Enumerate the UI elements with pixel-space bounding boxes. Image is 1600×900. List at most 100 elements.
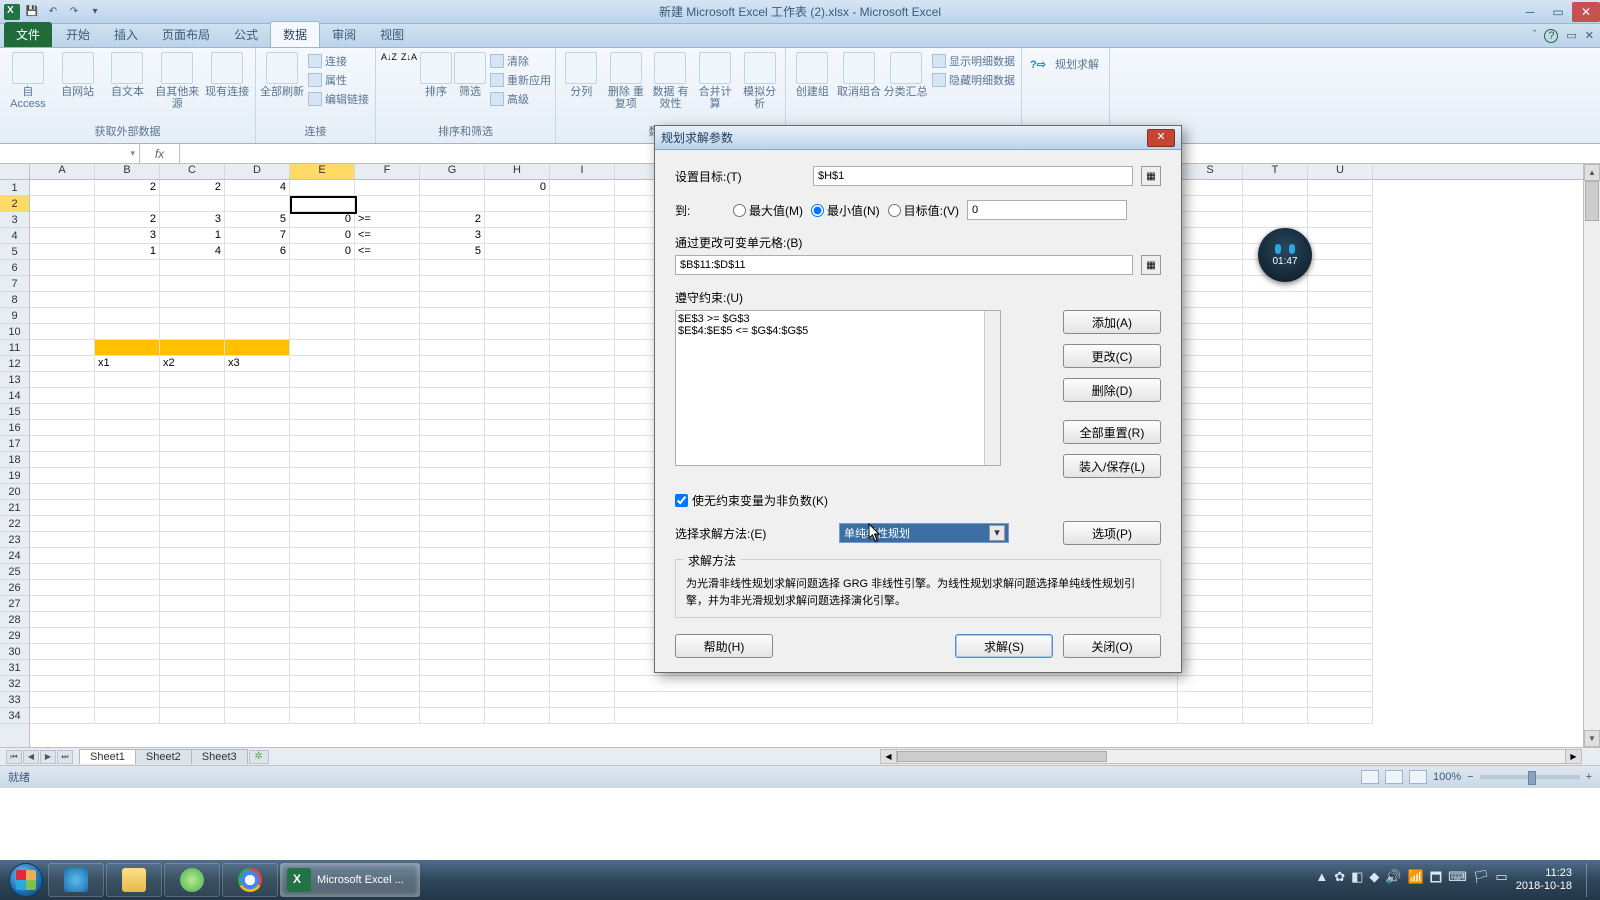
cell[interactable]: [485, 436, 550, 452]
data-validation-button[interactable]: 数据 有效性: [649, 52, 692, 110]
cell[interactable]: [485, 404, 550, 420]
cell[interactable]: [290, 180, 355, 196]
cell[interactable]: [355, 180, 420, 196]
horizontal-scrollbar[interactable]: ◀ ▶: [880, 749, 1582, 764]
cell[interactable]: [485, 596, 550, 612]
cell[interactable]: [30, 484, 95, 500]
cell[interactable]: [420, 692, 485, 708]
cell[interactable]: >=: [355, 212, 420, 228]
row-header[interactable]: 17: [0, 436, 29, 452]
cell[interactable]: [95, 484, 160, 500]
min-radio[interactable]: 最小值(N): [811, 202, 880, 219]
tab-home[interactable]: 开始: [54, 22, 102, 47]
solve-button[interactable]: 求解(S): [955, 634, 1053, 658]
cell[interactable]: [225, 196, 290, 212]
prev-sheet-icon[interactable]: ◀: [23, 750, 39, 764]
cell[interactable]: [1308, 564, 1373, 580]
cell[interactable]: [1178, 340, 1243, 356]
cell[interactable]: [95, 436, 160, 452]
cell[interactable]: [355, 564, 420, 580]
cell[interactable]: [485, 356, 550, 372]
cell[interactable]: [95, 516, 160, 532]
scroll-down-icon[interactable]: ▼: [1584, 730, 1600, 747]
cell[interactable]: [95, 660, 160, 676]
cell[interactable]: [225, 612, 290, 628]
cell[interactable]: 3: [160, 212, 225, 228]
cell[interactable]: [420, 404, 485, 420]
row-header[interactable]: 33: [0, 692, 29, 708]
cell[interactable]: [30, 388, 95, 404]
cell[interactable]: [30, 452, 95, 468]
cell[interactable]: [550, 356, 615, 372]
cell[interactable]: [550, 564, 615, 580]
cell[interactable]: [550, 276, 615, 292]
cell[interactable]: [420, 564, 485, 580]
cell[interactable]: [1243, 468, 1308, 484]
cell[interactable]: [355, 356, 420, 372]
cell[interactable]: [420, 388, 485, 404]
cell[interactable]: [1178, 644, 1243, 660]
cell[interactable]: <=: [355, 244, 420, 260]
cell[interactable]: [550, 436, 615, 452]
cell[interactable]: [1308, 612, 1373, 628]
cell[interactable]: [30, 612, 95, 628]
cell[interactable]: [550, 308, 615, 324]
cell[interactable]: [225, 420, 290, 436]
taskbar-app1[interactable]: [164, 863, 220, 897]
cell[interactable]: [1243, 612, 1308, 628]
cell[interactable]: [550, 708, 615, 724]
cell[interactable]: [1178, 692, 1243, 708]
cell[interactable]: [1243, 212, 1308, 228]
hscroll-thumb[interactable]: [897, 751, 1107, 762]
cell[interactable]: [225, 596, 290, 612]
cell[interactable]: [1308, 180, 1373, 196]
cell[interactable]: [160, 580, 225, 596]
cell[interactable]: [550, 644, 615, 660]
cell[interactable]: [1308, 420, 1373, 436]
change-constraint-button[interactable]: 更改(C): [1063, 344, 1161, 368]
cell[interactable]: [1178, 628, 1243, 644]
cell[interactable]: [160, 388, 225, 404]
cell[interactable]: [225, 436, 290, 452]
tab-view[interactable]: 视图: [368, 22, 416, 47]
cell[interactable]: [355, 452, 420, 468]
cell[interactable]: [550, 500, 615, 516]
cell[interactable]: [30, 180, 95, 196]
cell[interactable]: [290, 564, 355, 580]
cell[interactable]: [95, 596, 160, 612]
cell[interactable]: [550, 404, 615, 420]
cell[interactable]: [550, 292, 615, 308]
cell[interactable]: [225, 676, 290, 692]
reset-button[interactable]: 全部重置(R): [1063, 420, 1161, 444]
cell[interactable]: [95, 196, 160, 212]
cell[interactable]: 1: [95, 244, 160, 260]
cell[interactable]: [1178, 612, 1243, 628]
cell[interactable]: [30, 372, 95, 388]
cell[interactable]: [225, 404, 290, 420]
cell[interactable]: [95, 308, 160, 324]
cell[interactable]: [1178, 356, 1243, 372]
from-web-button[interactable]: 自网站: [54, 52, 102, 98]
cell[interactable]: [550, 388, 615, 404]
cell[interactable]: [1243, 340, 1308, 356]
cell[interactable]: [290, 436, 355, 452]
cell[interactable]: [95, 452, 160, 468]
cell[interactable]: 0: [290, 228, 355, 244]
col-header[interactable]: S: [1178, 164, 1243, 179]
cell[interactable]: [355, 436, 420, 452]
pagelayout-view-icon[interactable]: [1385, 770, 1403, 784]
cell[interactable]: [1243, 372, 1308, 388]
whatif-button[interactable]: 模拟分析: [738, 52, 781, 110]
cell[interactable]: [225, 260, 290, 276]
cell[interactable]: [30, 244, 95, 260]
options-button[interactable]: 选项(P): [1063, 521, 1161, 545]
cell[interactable]: [160, 644, 225, 660]
cell[interactable]: [95, 276, 160, 292]
cell[interactable]: [160, 340, 225, 356]
nonneg-checkbox[interactable]: 使无约束变量为非负数(K): [675, 492, 1161, 509]
cell[interactable]: [30, 260, 95, 276]
cell[interactable]: [30, 340, 95, 356]
show-desktop-button[interactable]: [1586, 863, 1594, 897]
cell[interactable]: [420, 340, 485, 356]
cell[interactable]: 0: [485, 180, 550, 196]
